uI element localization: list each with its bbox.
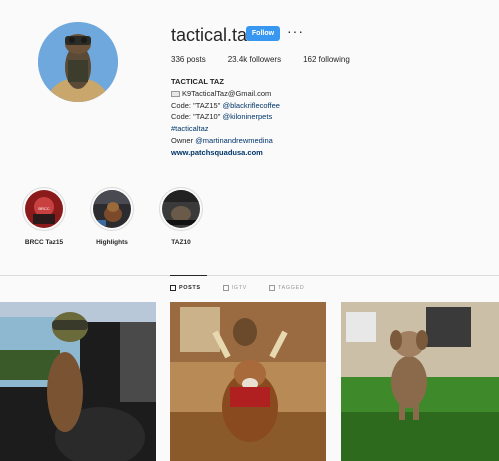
profile-stats: 336 posts 23.4k followers 162 following xyxy=(171,55,372,64)
bio-owner-line: Owner @martinandrewmedina xyxy=(171,135,280,147)
avatar-image xyxy=(38,22,118,102)
profile-username: tactical.taz xyxy=(171,25,257,45)
more-options-icon[interactable]: ··· xyxy=(287,23,304,39)
posts-grid xyxy=(0,302,499,461)
bio-code1-line: Code: "TAZ15" @blackriflecoffee xyxy=(171,100,280,112)
grid-icon xyxy=(170,285,176,291)
post-thumbnail[interactable] xyxy=(341,302,499,461)
posts-count: 336 posts xyxy=(171,55,206,64)
mail-icon xyxy=(171,90,180,97)
followers-count[interactable]: 23.4k followers xyxy=(228,55,281,64)
highlight-label: TAZ10 xyxy=(171,239,191,246)
profile-display-name: TACTICAL TAZ xyxy=(171,77,224,86)
tv-icon xyxy=(222,285,229,291)
highlight-label: BRCC Taz15 xyxy=(24,239,64,246)
highlight-label: Highlights xyxy=(96,239,128,246)
profile-avatar[interactable] xyxy=(38,22,118,102)
bio-hashtag[interactable]: #tacticaltaz xyxy=(171,123,280,135)
tab-tagged[interactable]: TAGGED xyxy=(268,285,305,291)
post-image xyxy=(0,302,156,461)
highlight-item[interactable]: TAZ10 xyxy=(151,187,211,246)
highlight-dog-icon xyxy=(93,190,131,228)
highlight-brcc-icon: BRCC xyxy=(25,190,63,228)
tab-posts[interactable]: POSTS xyxy=(170,285,201,291)
bio-website-link[interactable]: www.patchsquadusa.com xyxy=(171,147,280,159)
tab-posts-label: POSTS xyxy=(179,285,201,291)
bio-email: K9TacticalTaz@Gmail.com xyxy=(182,88,272,98)
highlight-item[interactable]: Highlights xyxy=(82,187,142,246)
highlight-taz10-icon xyxy=(162,190,200,228)
svg-text:BRCC: BRCC xyxy=(38,206,49,211)
following-count[interactable]: 162 following xyxy=(303,55,350,64)
active-tab-indicator xyxy=(170,275,207,276)
tab-tagged-label: TAGGED xyxy=(277,285,305,291)
tab-igtv[interactable]: IGTV xyxy=(222,285,247,291)
highlight-ring xyxy=(90,187,134,231)
bio-code2-mention[interactable]: @kiloninerpets xyxy=(222,112,272,121)
follow-button[interactable]: Follow xyxy=(246,26,280,41)
tabs-divider xyxy=(0,275,499,276)
bio-owner-text: Owner xyxy=(171,135,196,145)
story-highlights: BRCC BRCC Taz15 Highlights TAZ10 xyxy=(0,187,499,247)
bio-code1-text: Code: "TAZ15" xyxy=(171,100,223,110)
tag-icon xyxy=(268,285,275,291)
highlight-ring: BRCC xyxy=(22,187,66,231)
highlight-ring xyxy=(159,187,203,231)
post-image xyxy=(170,302,326,461)
tab-igtv-label: IGTV xyxy=(231,285,247,291)
bio-code1-mention[interactable]: @blackriflecoffee xyxy=(222,101,280,110)
profile-bio: TACTICAL TAZ K9TacticalTaz@Gmail.com Cod… xyxy=(171,76,280,159)
bio-owner-mention[interactable]: @martinandrewmedina xyxy=(195,136,273,145)
highlight-item[interactable]: BRCC BRCC Taz15 xyxy=(14,187,74,246)
bio-code2-line: Code: "TAZ10" @kiloninerpets xyxy=(171,111,280,123)
bio-email-line: K9TacticalTaz@Gmail.com xyxy=(171,88,280,100)
bio-code2-text: Code: "TAZ10" xyxy=(171,112,223,122)
post-thumbnail[interactable] xyxy=(0,302,156,461)
profile-tabs: POSTS IGTV TAGGED xyxy=(170,285,326,291)
post-image xyxy=(341,302,499,461)
post-thumbnail[interactable] xyxy=(170,302,326,461)
